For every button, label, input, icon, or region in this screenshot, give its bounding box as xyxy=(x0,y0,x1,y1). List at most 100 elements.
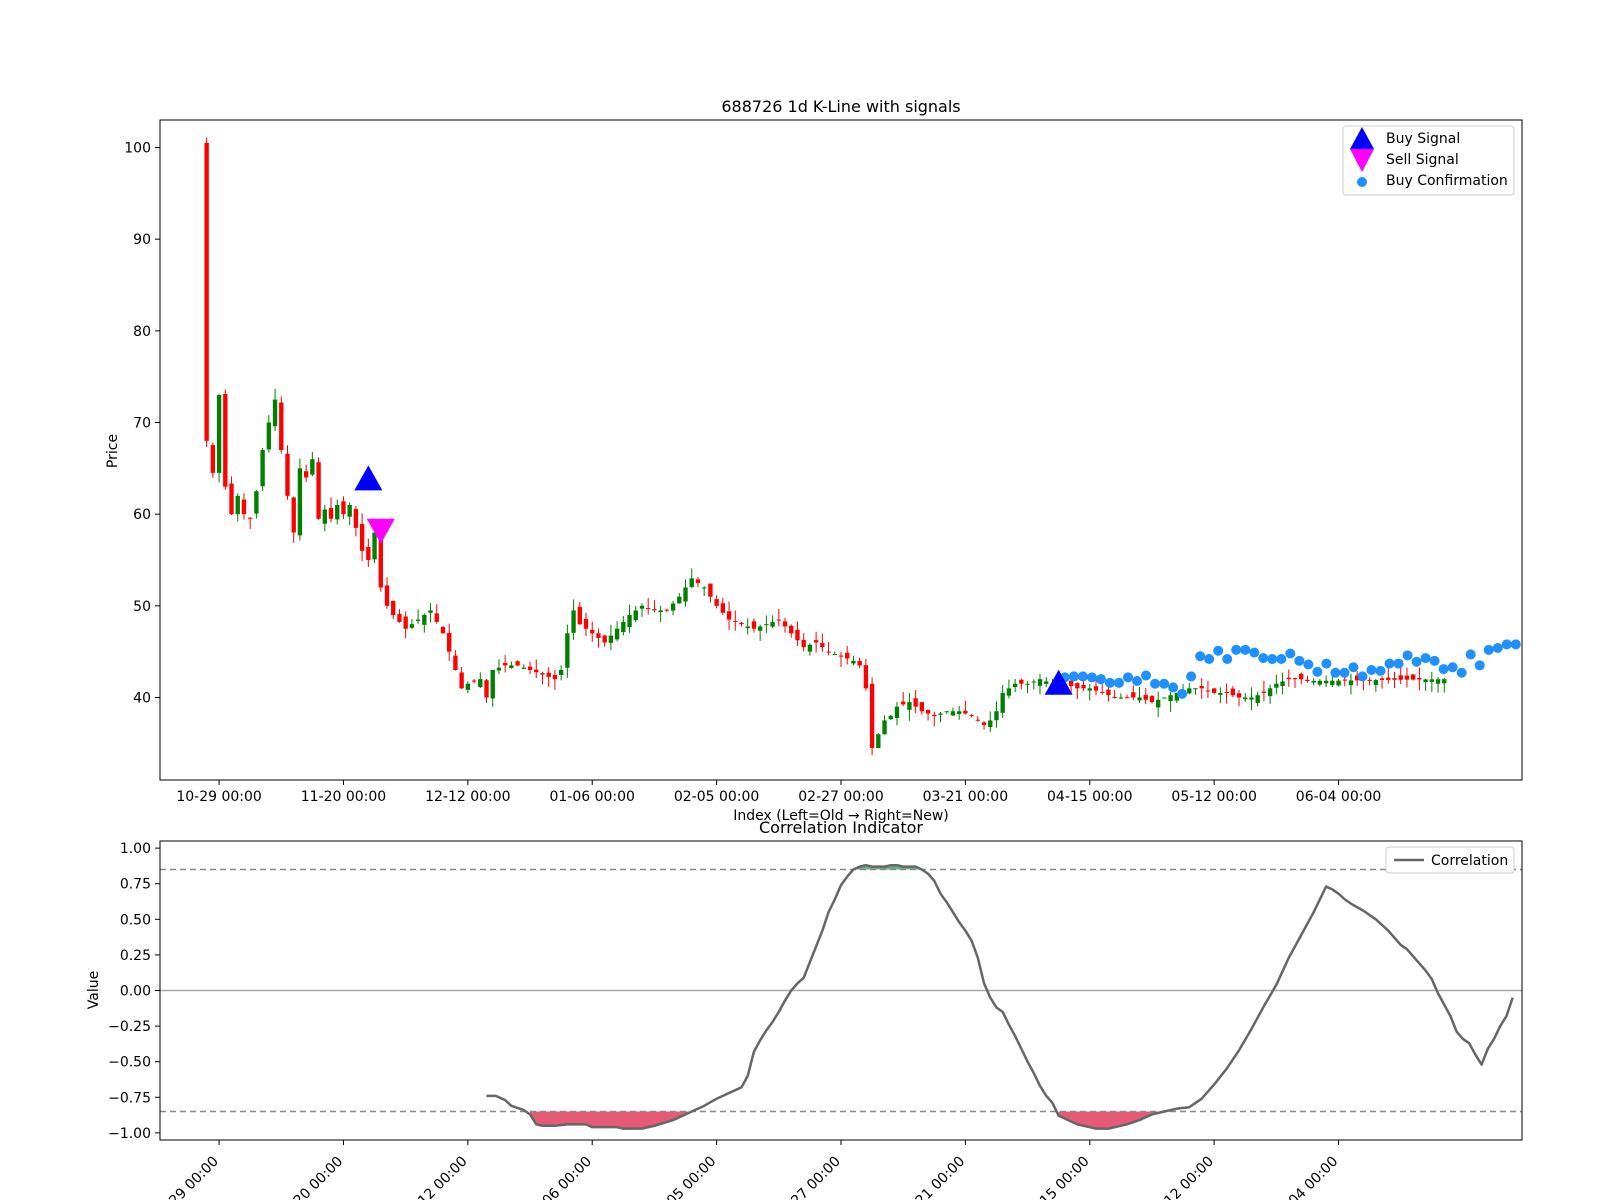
candle-body xyxy=(216,395,222,473)
candle-body xyxy=(658,610,663,613)
candle-body xyxy=(1323,680,1329,684)
candle-body xyxy=(1311,680,1316,683)
buy-confirmation-point xyxy=(1168,682,1179,693)
candle-body xyxy=(1292,678,1298,680)
buy-confirmation-point xyxy=(1150,678,1161,689)
kline-y-tick-label: 60 xyxy=(133,507,151,523)
candle-body xyxy=(552,674,558,680)
candle-body xyxy=(347,505,352,517)
buy-confirmation-point xyxy=(1294,655,1305,666)
candle-body xyxy=(702,587,707,589)
correlation-y-tick-label: −1.00 xyxy=(108,1126,151,1142)
candle-body xyxy=(266,422,272,450)
candle-body xyxy=(372,532,377,560)
candle-body xyxy=(279,402,284,450)
candle-body xyxy=(1149,696,1155,703)
candle-body xyxy=(1243,697,1248,700)
candle-body xyxy=(353,509,359,528)
kline-x-tick-label: 01-06 00:00 xyxy=(549,789,634,805)
correlation-y-tick-label: 0.00 xyxy=(120,984,151,1000)
buy-confirmation-point xyxy=(1231,644,1242,655)
candle-body xyxy=(807,644,813,652)
kline-y-tick-label: 40 xyxy=(133,691,151,707)
candle-body xyxy=(534,669,539,673)
candle-body xyxy=(1187,688,1192,694)
candle-body xyxy=(303,471,309,478)
candle-body xyxy=(1342,679,1347,681)
candle-body xyxy=(447,632,452,652)
correlation-title: Correlation Indicator xyxy=(759,818,923,837)
candle-body xyxy=(297,468,303,536)
candle-body xyxy=(571,610,576,633)
candle-body xyxy=(1162,697,1167,699)
buy-confirmation-point xyxy=(1104,677,1115,688)
candle-body xyxy=(888,715,893,720)
candle-body xyxy=(907,702,912,710)
sell-signal-marker xyxy=(366,518,395,544)
correlation-fills xyxy=(530,865,1165,1129)
candle-body xyxy=(652,609,657,611)
candle-body xyxy=(1087,688,1092,691)
candle-body xyxy=(409,624,415,628)
candle-body xyxy=(975,719,980,721)
candle-body xyxy=(932,714,937,716)
candle-body xyxy=(359,523,365,551)
candle-body xyxy=(1299,673,1304,680)
buy-confirmation-point xyxy=(1348,662,1359,673)
kline-y-ticks: 40 50 60 70 80 90 100 xyxy=(124,141,160,707)
buy-confirmation-point xyxy=(1267,654,1278,664)
candle-body xyxy=(521,667,526,669)
candle-body xyxy=(565,633,570,668)
candle-body xyxy=(590,629,595,634)
kline-x-tick-label: 03-21 00:00 xyxy=(923,789,1008,805)
candle-body xyxy=(689,578,694,587)
candle-body xyxy=(988,720,993,728)
correlation-x-tick-label: 05-12 00:00 xyxy=(1145,1154,1217,1200)
candle-body xyxy=(384,585,390,606)
buy-confirmation-point xyxy=(1420,653,1431,664)
kline-y-tick-label: 80 xyxy=(133,324,151,340)
candle-body xyxy=(496,667,502,671)
candle-body xyxy=(1423,679,1428,683)
candle-body xyxy=(757,626,763,631)
candle-body xyxy=(1211,688,1217,693)
buy-confirmation-point xyxy=(1303,659,1314,670)
candle-body xyxy=(459,672,464,689)
candle-body xyxy=(1031,681,1036,683)
correlation-y-tick-label: −0.25 xyxy=(108,1019,151,1035)
correlation-x-tick-label: 11-20 00:00 xyxy=(275,1154,347,1200)
candle-body xyxy=(1218,692,1223,695)
kline-title: 688726 1d K-Line with signals xyxy=(721,97,960,116)
candle-body xyxy=(1168,695,1173,701)
candle-body xyxy=(1442,679,1447,684)
candle-body xyxy=(484,680,489,698)
candle-body xyxy=(1124,697,1130,699)
buy-confirmation-point xyxy=(1501,639,1512,650)
candle-body xyxy=(440,626,446,634)
candle-body xyxy=(795,629,800,641)
candle-body xyxy=(1348,680,1354,686)
candle-body xyxy=(322,509,327,524)
candle-body xyxy=(1336,680,1341,686)
candle-body xyxy=(882,720,887,735)
candle-body xyxy=(1006,688,1012,696)
candle-body xyxy=(726,611,732,620)
candle-body xyxy=(471,680,477,682)
candle-body xyxy=(540,673,545,675)
candle-body xyxy=(453,655,458,670)
candle-body xyxy=(1193,688,1198,690)
candle-body xyxy=(832,653,837,655)
candle-body xyxy=(994,711,999,721)
candle-body xyxy=(527,666,533,670)
candle-body xyxy=(1317,680,1323,685)
candle-body xyxy=(229,483,234,515)
candle-body xyxy=(415,619,421,621)
candle-body xyxy=(1373,680,1379,685)
candle-body xyxy=(509,665,514,668)
candle-body xyxy=(1392,678,1397,680)
buy-confirmation-point xyxy=(1095,674,1106,685)
candle-body xyxy=(614,628,620,640)
candle-body xyxy=(1417,678,1422,680)
candle-body xyxy=(210,445,216,473)
correlation-y-tick-label: −0.50 xyxy=(108,1055,151,1071)
